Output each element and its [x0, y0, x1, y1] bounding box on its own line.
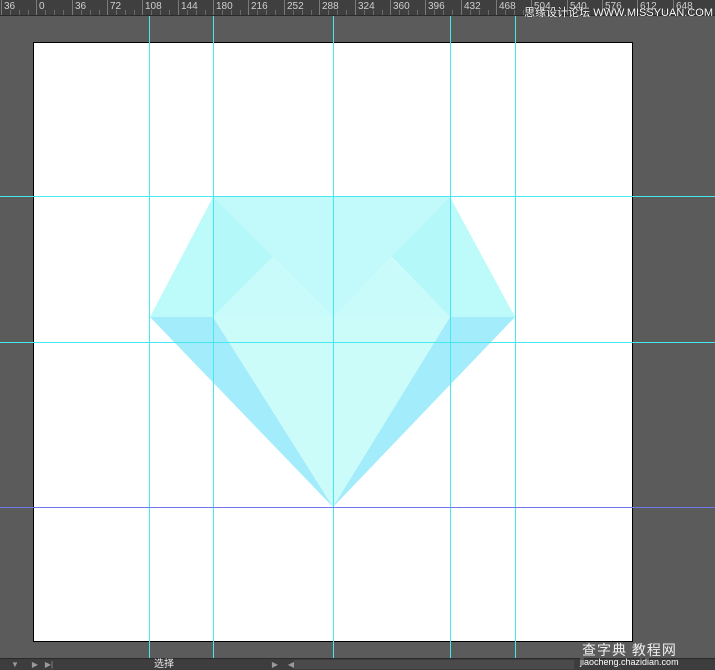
- ruler-minor-tick: [151, 10, 152, 15]
- ruler-minor-tick: [54, 10, 55, 15]
- dropdown-arrow-icon[interactable]: ▼: [10, 660, 20, 670]
- ruler-minor-tick: [205, 10, 206, 15]
- ruler-minor-tick: [19, 10, 20, 15]
- ruler-minor-tick: [187, 10, 188, 15]
- ruler-minor-tick: [63, 10, 64, 15]
- ruler-minor-tick: [302, 10, 303, 15]
- current-tool-label: 选择: [154, 659, 174, 670]
- ruler-minor-tick: [364, 10, 365, 15]
- ruler-minor-tick: [81, 10, 82, 15]
- ruler-minor-tick: [479, 10, 480, 15]
- ruler-major-tick: [390, 0, 391, 15]
- play-icon[interactable]: ▶: [30, 660, 40, 670]
- watermark-url: jiaocheng.chazidian.com: [580, 657, 679, 667]
- ruler-minor-tick: [90, 10, 91, 15]
- ruler-major-tick: [496, 0, 497, 15]
- ruler-minor-tick: [417, 10, 418, 15]
- ruler-minor-tick: [116, 10, 117, 15]
- ruler-minor-tick: [382, 10, 383, 15]
- ruler-minor-tick: [293, 10, 294, 15]
- ruler-major-tick: [178, 0, 179, 15]
- ruler-major-tick: [248, 0, 249, 15]
- ruler-minor-tick: [408, 10, 409, 15]
- ruler-minor-tick: [240, 10, 241, 15]
- ruler-minor-tick: [196, 10, 197, 15]
- ruler-major-tick: [107, 0, 108, 15]
- ruler-minor-tick: [452, 10, 453, 15]
- ruler-minor-tick: [470, 10, 471, 15]
- ruler-major-tick: [319, 0, 320, 15]
- ruler-minor-tick: [275, 10, 276, 15]
- ruler-major-tick: [425, 0, 426, 15]
- ruler-major-tick: [355, 0, 356, 15]
- ruler-minor-tick: [125, 10, 126, 15]
- ruler-minor-tick: [45, 10, 46, 15]
- ruler-major-tick: [1, 0, 2, 15]
- ruler-minor-tick: [373, 10, 374, 15]
- ruler-minor-tick: [505, 10, 506, 15]
- ruler-minor-tick: [434, 10, 435, 15]
- ruler-major-tick: [284, 0, 285, 15]
- ruler-minor-tick: [337, 10, 338, 15]
- watermark-top: 思缘设计论坛 WWW.MISSYUAN.COM: [524, 7, 713, 19]
- ruler-minor-tick: [169, 10, 170, 15]
- ruler-major-tick: [72, 0, 73, 15]
- ruler-minor-tick: [160, 10, 161, 15]
- ruler-minor-tick: [328, 10, 329, 15]
- ruler-label: 0: [39, 1, 45, 12]
- ruler-minor-tick: [10, 10, 11, 15]
- ruler-minor-tick: [266, 10, 267, 15]
- illustrator-window: 36 0 36 72 108 144 180 216 252 288 324 360 396 432 468…: [0, 0, 715, 670]
- ruler-minor-tick: [99, 10, 100, 15]
- ruler-minor-tick: [311, 10, 312, 15]
- chevron-right-icon[interactable]: ▶: [270, 660, 280, 670]
- ruler-minor-tick: [443, 10, 444, 15]
- ruler-minor-tick: [514, 10, 515, 15]
- ruler-minor-tick: [222, 10, 223, 15]
- ruler-minor-tick: [488, 10, 489, 15]
- artboard[interactable]: [33, 42, 633, 642]
- ruler-minor-tick: [399, 10, 400, 15]
- ruler-minor-tick: [346, 10, 347, 15]
- ruler-minor-tick: [257, 10, 258, 15]
- ruler-major-tick: [36, 0, 37, 15]
- ruler-major-tick: [461, 0, 462, 15]
- horizontal-scrollbar[interactable]: [294, 660, 574, 669]
- ruler-major-tick: [213, 0, 214, 15]
- ruler-minor-tick: [134, 10, 135, 15]
- ruler-major-tick: [142, 0, 143, 15]
- ruler-minor-tick: [231, 10, 232, 15]
- ruler-minor-tick: [28, 10, 29, 15]
- skip-end-icon[interactable]: ▶|: [44, 660, 54, 670]
